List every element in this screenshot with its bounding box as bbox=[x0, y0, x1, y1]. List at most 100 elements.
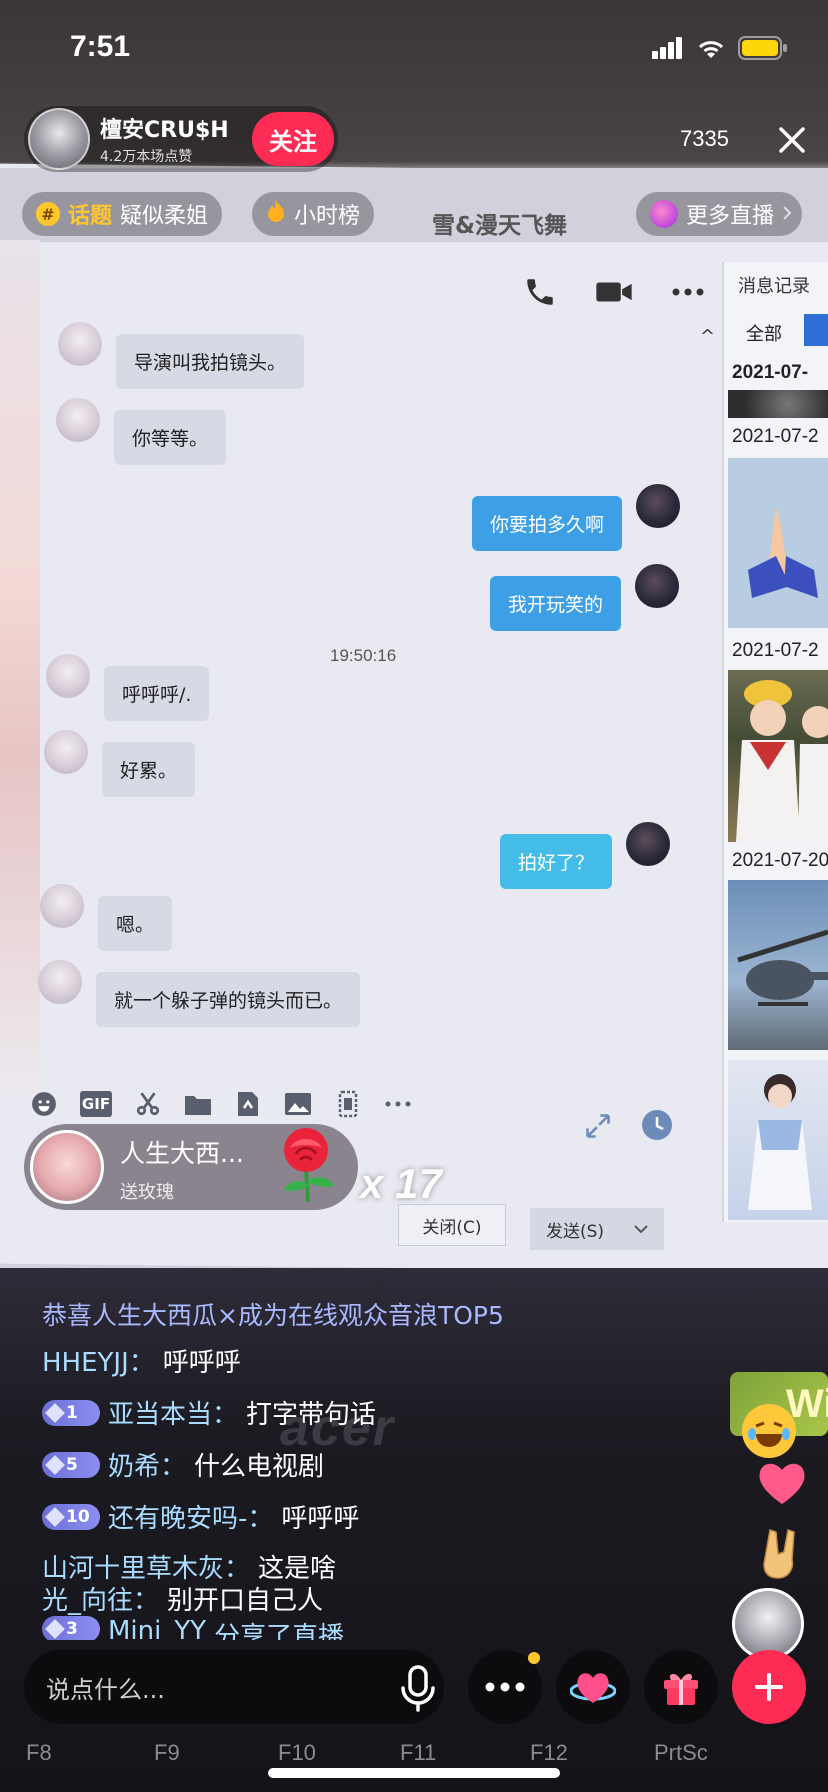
home-indicator[interactable] bbox=[268, 1768, 560, 1778]
fan-level: 5 bbox=[66, 1454, 78, 1475]
history-tab-active bbox=[804, 314, 828, 346]
comment-input[interactable]: 说点什么... bbox=[24, 1650, 444, 1724]
chat-message-incoming: 好累。 bbox=[44, 730, 196, 797]
history-tab-all: 全部 bbox=[746, 324, 782, 345]
gif-icon: GIF bbox=[80, 1091, 112, 1117]
fkey: F9 bbox=[154, 1740, 180, 1765]
chat-input-toolbar: GIF bbox=[30, 1090, 412, 1118]
expand-icon bbox=[586, 1114, 610, 1138]
fan-level-badge: 1 bbox=[42, 1399, 100, 1426]
comment-text: 打字带句话 bbox=[246, 1400, 377, 1430]
rose-icon bbox=[284, 1128, 334, 1203]
chat-send-button: 发送(S) bbox=[530, 1208, 664, 1250]
history-date: 2021-07- bbox=[732, 362, 809, 383]
topic-tag[interactable]: # 话题 疑似柔姐 bbox=[22, 192, 223, 236]
send-label: 发送(S) bbox=[546, 1221, 605, 1242]
comment-username[interactable]: 光_向往： bbox=[42, 1580, 159, 1617]
fkey: F11 bbox=[400, 1740, 437, 1765]
message-bubble: 就一个躲子弹的镜头而已。 bbox=[96, 972, 361, 1027]
host-likes: 4.2万本场点赞 bbox=[100, 149, 193, 165]
more-options-icon bbox=[668, 272, 708, 312]
comment-item: HHEYJJ： 呼呼呼 bbox=[42, 1342, 241, 1379]
self-avatar bbox=[635, 564, 680, 608]
fkey: PrtSc bbox=[654, 1740, 708, 1765]
topic-label: 话题 bbox=[68, 204, 113, 229]
fan-level-badge: 10 bbox=[42, 1503, 100, 1530]
message-bubble: 拍好了？ bbox=[500, 834, 613, 889]
chevron-right-icon bbox=[782, 202, 792, 227]
contact-avatar bbox=[44, 730, 88, 774]
self-avatar bbox=[636, 484, 681, 528]
comment-item: 1 亚当本当： 打字带句话 bbox=[42, 1394, 376, 1431]
gift-count: x 17 bbox=[360, 1160, 442, 1207]
chat-message-incoming: 你等等。 bbox=[56, 398, 227, 465]
comment-username[interactable]: Mini_YY bbox=[108, 1616, 206, 1640]
fan-level: 10 bbox=[66, 1506, 90, 1527]
history-thumbnail bbox=[728, 1060, 828, 1220]
heart-emoji-icon bbox=[759, 1463, 805, 1504]
message-bubble: 导演叫我拍镜头。 bbox=[116, 334, 305, 389]
comment-username[interactable]: HHEYJJ： bbox=[42, 1342, 155, 1379]
fan-level-badge: 5 bbox=[42, 1451, 100, 1478]
fkey: F10 bbox=[278, 1740, 316, 1765]
rank-scroller: 雪&漫天飞舞 bbox=[432, 213, 568, 239]
gem-icon bbox=[45, 1454, 65, 1475]
contact-avatar bbox=[56, 398, 100, 442]
comment-username[interactable]: 亚当本当： bbox=[108, 1394, 238, 1431]
chat-message-incoming: 就一个躲子弹的镜头而已。 bbox=[38, 960, 361, 1027]
comment-text: 分享了直播 bbox=[214, 1622, 345, 1640]
chat-message-incoming: 导演叫我拍镜头。 bbox=[58, 322, 305, 389]
comment-placeholder: 说点什么... bbox=[46, 1675, 165, 1704]
host-name: 檀安CRU$H bbox=[100, 118, 229, 143]
more-tools-icon bbox=[384, 1090, 412, 1118]
message-bubble: 我开玩笑的 bbox=[490, 576, 622, 631]
top-viewer-banner: 恭喜人生大西瓜×成为在线观众音浪TOP5 bbox=[42, 1301, 504, 1330]
chevron-down-icon bbox=[634, 1219, 648, 1239]
rock-hand-emoji-icon bbox=[756, 1526, 810, 1580]
gift-sender-avatar[interactable] bbox=[30, 1130, 104, 1204]
chat-message-outgoing: 拍好了？ bbox=[500, 822, 671, 889]
signal-icon bbox=[652, 37, 684, 63]
collapse-arrow-icon: ^ bbox=[700, 326, 716, 347]
image-icon bbox=[284, 1090, 312, 1118]
comment-username[interactable]: 奶希： bbox=[108, 1446, 186, 1483]
comment-text: 呼呼呼 bbox=[162, 1348, 241, 1378]
comment-text: 别开口自己人 bbox=[167, 1586, 324, 1616]
gift-button[interactable] bbox=[644, 1650, 718, 1724]
follow-button[interactable]: 关注 bbox=[252, 112, 334, 166]
fan-level: 1 bbox=[66, 1402, 78, 1423]
message-bubble: 呼呼呼/. bbox=[104, 666, 210, 721]
chat-close-button: 关闭(C) bbox=[398, 1204, 506, 1246]
desktop-wallpaper-left bbox=[0, 240, 40, 1100]
folder-icon bbox=[184, 1090, 212, 1118]
message-bubble: 好累。 bbox=[102, 742, 196, 797]
history-date: 2021-07-2 bbox=[732, 426, 819, 447]
contact-avatar bbox=[38, 960, 82, 1004]
screen-share-icon bbox=[334, 1090, 362, 1118]
comment-item: 10 还有晚安吗-： 呼呼呼 bbox=[42, 1498, 359, 1535]
history-date: 2021-07-2 bbox=[732, 640, 819, 661]
history-thumbnail bbox=[728, 880, 828, 1050]
microphone-icon[interactable] bbox=[396, 1664, 440, 1712]
hashtag-icon: # bbox=[36, 202, 60, 226]
fan-club-button[interactable] bbox=[556, 1650, 630, 1724]
history-thumbnail bbox=[728, 390, 828, 418]
fkey: F12 bbox=[530, 1740, 568, 1765]
add-button[interactable] bbox=[732, 1650, 806, 1724]
comment-item: 3 Mini_YY 分享了直播 bbox=[42, 1616, 344, 1640]
host-avatar[interactable] bbox=[28, 108, 90, 170]
contact-avatar bbox=[46, 654, 90, 698]
more-live-label: 更多直播 bbox=[686, 204, 775, 229]
comment-text: 呼呼呼 bbox=[281, 1504, 360, 1534]
comment-username[interactable]: 还有晚安吗-： bbox=[108, 1498, 273, 1535]
wifi-icon bbox=[696, 37, 726, 63]
hourly-rank-tag[interactable]: 小时榜 bbox=[252, 192, 375, 236]
gem-icon bbox=[45, 1506, 65, 1527]
close-icon[interactable] bbox=[776, 124, 808, 156]
viewer-count[interactable]: 7335 bbox=[680, 126, 729, 152]
topic-name: 疑似柔姐 bbox=[120, 204, 209, 229]
message-bubble: 你要拍多久啊 bbox=[472, 496, 623, 551]
message-bubble: 嗯。 bbox=[98, 896, 173, 951]
gem-icon bbox=[45, 1402, 65, 1423]
more-live-tag[interactable]: 更多直播 bbox=[636, 192, 803, 236]
